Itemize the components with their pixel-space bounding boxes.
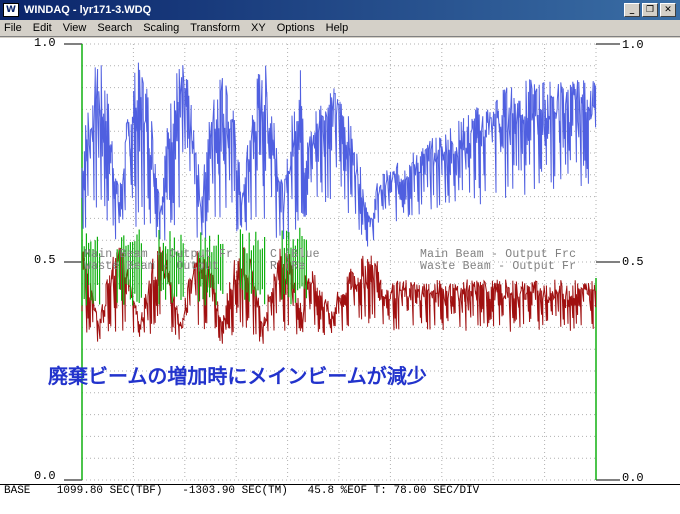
close-button[interactable]: ✕	[660, 3, 676, 17]
menu-xy[interactable]: XY	[251, 22, 266, 34]
menu-scaling[interactable]: Scaling	[143, 22, 179, 34]
channel2-label-left: Waste Beam - Output	[84, 260, 219, 273]
right-scale-top: 1.0	[622, 38, 644, 52]
channel2-label-right: Waste Beam - Output Fr	[420, 260, 577, 273]
menu-file[interactable]: File	[4, 22, 22, 34]
window-controls: _ ❐ ✕	[624, 3, 676, 17]
windaq-app-icon[interactable]: W	[3, 3, 19, 17]
channel2-label-left-2: R (Re	[270, 260, 306, 273]
restore-button[interactable]: ❐	[642, 3, 658, 17]
waveform-display[interactable]: 1.0 0.5 0.0 1.0 0.5 0.0 Main Beam - Outp…	[0, 36, 680, 485]
left-scale-mid: 0.5	[34, 253, 56, 267]
right-scale-mid: 0.5	[622, 255, 644, 269]
blue-main-beam-trace	[81, 62, 597, 247]
annotation-text: 廃棄ビームの増加時にメインビームが減少	[48, 364, 427, 388]
status-bar: BASE 1099.80 SEC(TBF) -1303.90 SEC(TM) 4…	[0, 484, 680, 498]
window-title: WINDAQ - lyr171-3.WDQ	[24, 4, 152, 16]
menu-help[interactable]: Help	[326, 22, 349, 34]
menu-bar: File Edit View Search Scaling Transform …	[0, 20, 680, 37]
menu-edit[interactable]: Edit	[33, 22, 52, 34]
menu-view[interactable]: View	[63, 22, 87, 34]
left-scale-top: 1.0	[34, 36, 56, 50]
left-scale-bottom: 0.0	[34, 469, 56, 483]
minimize-button[interactable]: _	[624, 3, 640, 17]
right-scale-bottom: 0.0	[622, 471, 644, 485]
menu-transform[interactable]: Transform	[190, 22, 240, 34]
title-bar: W WINDAQ - lyr171-3.WDQ _ ❐ ✕	[0, 0, 680, 20]
windaq-window: W WINDAQ - lyr171-3.WDQ _ ❐ ✕ File Edit …	[0, 0, 680, 514]
bottom-strip	[0, 498, 680, 514]
menu-options[interactable]: Options	[277, 22, 315, 34]
menu-search[interactable]: Search	[97, 22, 132, 34]
